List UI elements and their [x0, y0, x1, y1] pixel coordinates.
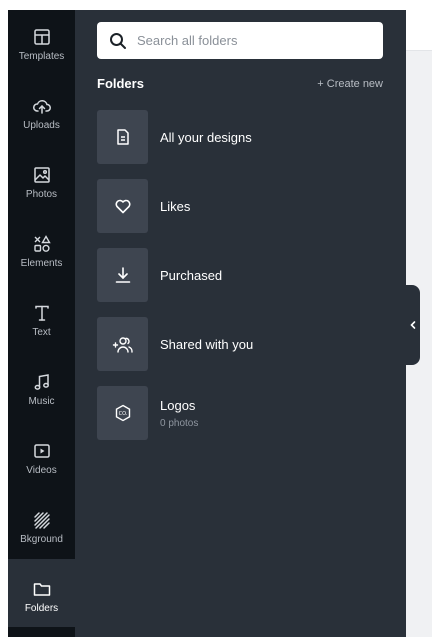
- tab-videos[interactable]: Videos: [8, 424, 75, 492]
- tab-elements[interactable]: Elements: [8, 217, 75, 285]
- download-icon: [115, 267, 130, 283]
- create-new-folder-link[interactable]: + Create new: [317, 78, 383, 90]
- folder-name: All your designs: [160, 129, 252, 145]
- folder-tile: CO.: [97, 386, 148, 440]
- folder-item-logos[interactable]: CO. Logos 0 photos: [97, 386, 387, 440]
- document-icon: [116, 129, 129, 145]
- image-icon: [33, 166, 50, 183]
- folder-item-purchased[interactable]: Purchased: [97, 248, 387, 302]
- tab-label: Folders: [24, 602, 59, 614]
- tab-label: Photos: [25, 188, 58, 200]
- tab-templates[interactable]: Templates: [8, 10, 75, 78]
- tab-label: Uploads: [23, 119, 60, 131]
- folder-item-all-designs[interactable]: All your designs: [97, 110, 387, 164]
- svg-text:CO.: CO.: [118, 411, 127, 417]
- tab-folders[interactable]: Folders: [8, 562, 75, 630]
- folder-subtitle: 0 photos: [160, 417, 199, 429]
- folder-name: Purchased: [160, 267, 223, 283]
- tab-label: Text: [32, 326, 51, 338]
- chevron-left-icon: [409, 321, 415, 329]
- upload-cloud-icon: [32, 99, 51, 114]
- tab-label: Videos: [26, 464, 57, 476]
- music-note-icon: [34, 373, 49, 390]
- folder-icon: [33, 582, 50, 596]
- tab-label: Templates: [18, 50, 65, 62]
- search-input[interactable]: [135, 32, 369, 49]
- tab-text[interactable]: Text: [8, 286, 75, 354]
- shapes-icon: [33, 234, 51, 252]
- folder-tile: [97, 110, 148, 164]
- search-box[interactable]: [97, 22, 383, 59]
- shared-users-icon: [112, 337, 133, 353]
- heart-icon: [114, 199, 131, 214]
- folder-name: Shared with you: [160, 336, 254, 352]
- tab-background[interactable]: Bkground: [8, 493, 75, 561]
- search-icon: [110, 32, 126, 49]
- folder-name: Logos: [160, 397, 196, 413]
- logo-badge-icon: CO.: [115, 404, 130, 422]
- tab-label: Elements: [20, 257, 63, 269]
- folder-tile: [97, 248, 148, 302]
- tab-photos[interactable]: Photos: [8, 148, 75, 216]
- collapse-panel-button[interactable]: [405, 285, 420, 365]
- folder-item-shared-with-you[interactable]: Shared with you: [97, 317, 387, 371]
- folder-tile: [97, 317, 148, 371]
- templates-icon: [33, 28, 50, 45]
- folder-name: Likes: [160, 198, 191, 214]
- tab-music[interactable]: Music: [8, 355, 75, 423]
- top-bar: [406, 10, 432, 51]
- text-icon: [34, 305, 49, 321]
- section-title: Folders: [97, 76, 144, 91]
- tab-uploads[interactable]: Uploads: [8, 79, 75, 147]
- tab-label: Music: [28, 395, 55, 407]
- folder-tile: [97, 179, 148, 233]
- folder-item-likes[interactable]: Likes: [97, 179, 387, 233]
- video-icon: [33, 443, 50, 458]
- background-pattern-icon: [33, 511, 50, 529]
- tab-label: Bkground: [20, 533, 63, 545]
